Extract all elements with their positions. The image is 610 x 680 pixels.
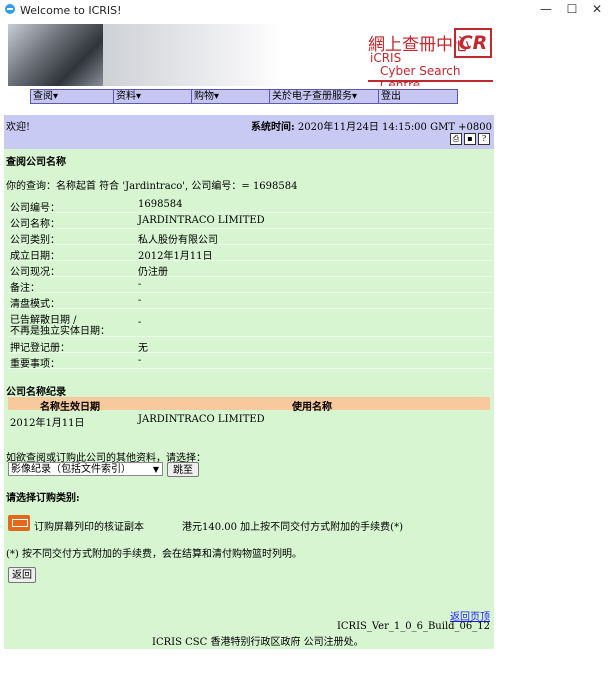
field-row-company-number: 公司编号： 1698584 [8, 197, 492, 214]
welcome-text: 欢迎! [6, 122, 31, 133]
query-text: 你的查询：名称起首 符合 'Jardintraco', 公司编号：= 16985… [6, 181, 298, 192]
field-row-status: 公司现况： 仍注册 [8, 261, 492, 278]
history-table-row: 2012年1月11日 JARDINTRACO LIMITED [8, 412, 490, 429]
main-menu-bar: 查阅▾ 资料▾ 购物▾ 关於电子查册服务▾ 登出 [30, 89, 458, 104]
system-time-label: 系统时间: [251, 122, 295, 133]
section-title-order-type: 请选择订购类别: [6, 493, 80, 504]
toolbar-icons: ⎙ ▪? [448, 133, 490, 145]
col-effective-date: 名称生效日期 [40, 402, 100, 413]
field-label: 押记登记册： [10, 343, 70, 354]
brand-icris: iCRIS [370, 51, 402, 65]
system-time: 系统时间: 2020年11月24日 14:15:00 GMT +0800 [251, 118, 492, 133]
field-row-dissolution-date: 已告解散日期 / 不再是独立实体日期： - [8, 309, 492, 337]
field-value: - [138, 317, 142, 328]
window-title: Welcome to ICRIS! [20, 4, 122, 17]
field-label: 公司编号： [10, 203, 60, 214]
order-note: (*) 按不同交付方式附加的手续费，会在结算和清付购物篮时列明。 [6, 549, 302, 560]
menu-about[interactable]: 关於电子查册服务▾ [269, 90, 378, 103]
history-table-header: 名称生效日期 使用名称 [8, 397, 490, 413]
history-date: 2012年1月11日 [10, 418, 85, 429]
select-value: 影像纪录（包括文件索引） [11, 464, 131, 475]
window-titlebar: Welcome to ICRIS! — ☐ ✕ [0, 0, 610, 20]
save-icon[interactable]: ▪ [464, 133, 476, 145]
field-row-important-notes: 重要事项： - [8, 353, 492, 370]
field-row-company-name: 公司名称： JARDINTRACO LIMITED [8, 213, 492, 230]
brand-cyber-search-centre: Cyber Search Centre [380, 64, 461, 86]
field-row-charges-register: 押记登记册： 无 [8, 337, 492, 354]
copyright-text: ICRIS CSC 香港特别行政区政府 公司注册处。 [152, 637, 364, 648]
section-title-name-history: 公司名称纪录 [6, 387, 66, 398]
field-label: 公司名称： [10, 219, 60, 230]
field-value: - [138, 279, 142, 290]
menu-info[interactable]: 资料▾ [113, 90, 191, 103]
field-label: 备注： [10, 283, 40, 294]
banner-photo-fade [103, 24, 283, 86]
main-content: 查阅公司名称 你的查询：名称起首 符合 'Jardintraco', 公司编号：… [4, 149, 494, 649]
menu-shopping[interactable]: 购物▾ [191, 90, 269, 103]
brand-underline [368, 80, 493, 82]
col-name-used: 使用名称 [292, 402, 332, 413]
maximize-button[interactable]: ☐ [563, 2, 581, 16]
field-row-company-type: 公司类别： 私人股份有限公司 [8, 229, 492, 246]
close-button[interactable]: ✕ [588, 2, 606, 16]
order-item-price: 港元140.00 加上按不同交付方式附加的手续费(*) [182, 522, 403, 533]
info-bar: 欢迎! 系统时间: 2020年11月24日 14:15:00 GMT +0800… [4, 115, 494, 149]
shopping-cart-icon[interactable] [8, 515, 30, 531]
version-text: ICRIS_Ver_1_0_6_Build_06_12 [336, 621, 490, 632]
field-value: JARDINTRACO LIMITED [138, 215, 265, 226]
field-label: 公司类别： [10, 235, 60, 246]
cr-logo: CR [454, 28, 492, 58]
go-button[interactable]: 跳至 [167, 462, 199, 477]
header-banner: 網上查冊中心 CR iCRIS Cyber Search Centre [8, 24, 493, 86]
system-time-value: 2020年11月24日 14:15:00 GMT +0800 [297, 122, 492, 133]
field-value: - [138, 295, 142, 306]
field-value: 无 [138, 343, 148, 354]
field-value: 1698584 [138, 199, 183, 210]
print-icon[interactable]: ⎙ [450, 133, 462, 145]
help-icon[interactable]: ? [478, 133, 490, 145]
banner-photo [8, 24, 103, 86]
field-row-incorporation-date: 成立日期： 2012年1月11日 [8, 245, 492, 262]
back-button[interactable]: 返回 [8, 567, 36, 583]
menu-logout[interactable]: 登出 [378, 90, 457, 103]
field-label-line2: 不再是独立实体日期： [10, 326, 110, 337]
field-row-remarks: 备注： - [8, 277, 492, 294]
field-label: 清盘模式： [10, 299, 60, 310]
history-name: JARDINTRACO LIMITED [138, 414, 265, 425]
field-value: 私人股份有限公司 [138, 235, 218, 246]
order-item-label: 订购屏幕列印的核证副本 [34, 522, 144, 533]
menu-query[interactable]: 查阅▾ [31, 90, 112, 103]
field-value: - [138, 355, 142, 366]
field-row-winding-up: 清盘模式： - [8, 293, 492, 310]
chevron-down-icon: ▼ [152, 465, 159, 474]
field-label: 重要事项： [10, 359, 60, 370]
field-label: 公司现况： [10, 267, 60, 278]
field-value: 2012年1月11日 [138, 251, 213, 262]
field-value: 仍注册 [138, 267, 168, 278]
section-title-query: 查阅公司名称 [6, 157, 66, 168]
field-label: 成立日期： [10, 251, 60, 262]
minimize-button[interactable]: — [537, 2, 555, 16]
document-type-select[interactable]: 影像纪录（包括文件索引） ▼ [8, 462, 163, 476]
ie-logo-icon [5, 4, 15, 14]
